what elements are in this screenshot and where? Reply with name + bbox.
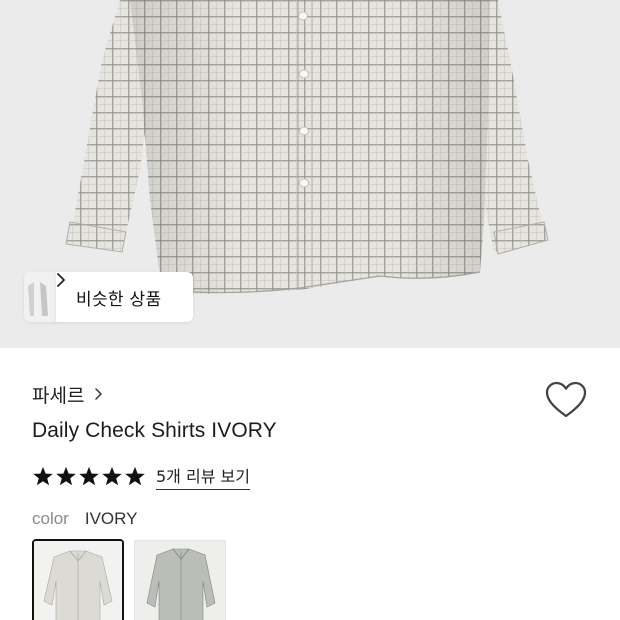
review-link[interactable]: 5개 리뷰 보기 [156,463,250,490]
star-icon [125,466,145,485]
heart-outline-icon[interactable] [544,380,588,420]
star-icon [79,466,99,485]
product-title: Daily Check Shirts IVORY [32,419,277,442]
product-detail-page: 비슷한 상품 파세르 Daily Check Shirts IVORY 5개 리… [0,0,620,620]
rating-row: 5개 리뷰 보기 [32,462,250,490]
color-option-thumbnail [135,541,225,620]
color-label: color [32,509,69,528]
chevron-right-icon [94,387,103,401]
star-icon [102,466,122,485]
product-hero-image[interactable]: 비슷한 상품 [0,0,620,348]
color-option-other[interactable] [134,540,226,620]
similar-products-thumbnail [24,272,58,322]
star-icon [33,466,53,485]
color-option-ivory[interactable] [32,539,124,620]
color-selected-value: IVORY [84,509,138,528]
brand-name: 파세르 [32,384,85,407]
star-rating [32,466,146,487]
similar-products-label: 비슷한 상품 [76,289,162,310]
similar-products-box[interactable]: 비슷한 상품 [56,272,194,322]
color-selector-header: color IVORY [32,509,137,529]
color-option-thumbnail [34,541,122,620]
brand-link[interactable]: 파세르 [32,380,103,408]
star-icon [56,466,76,485]
similar-products-button[interactable]: 비슷한 상품 [24,272,194,322]
